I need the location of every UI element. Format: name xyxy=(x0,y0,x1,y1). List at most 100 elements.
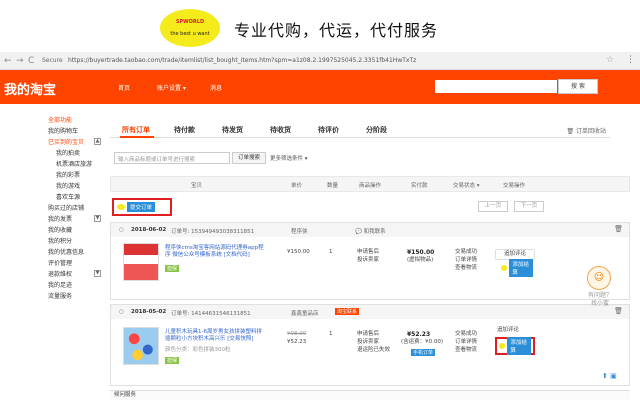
help-text[interactable]: 有问题？ 找小蜜 xyxy=(588,292,612,308)
order-checkbox-icon[interactable]: ○ xyxy=(119,309,124,315)
complain-seller[interactable]: 投诉卖家 xyxy=(357,339,379,346)
shop-name[interactable]: 鑫鑫童品店 xyxy=(291,309,319,317)
bookmark-star-icon[interactable]: ☆ xyxy=(606,55,614,65)
tab-staged[interactable]: 分阶段 xyxy=(366,125,387,135)
return-insurance-note: 退运险已失效 xyxy=(357,347,391,353)
sidebar-item[interactable]: 我的拍卖 xyxy=(56,148,80,157)
promo-banner: SPWORLD the best u want 专业代购，代运，代付服务 xyxy=(0,0,640,52)
quantity: 1 xyxy=(329,331,333,337)
active-tab-underline xyxy=(120,136,154,138)
url-field[interactable]: https://buyertrade.taobao.com/trade/item… xyxy=(68,57,416,64)
shop-contact-badge[interactable]: 淘宝联系 xyxy=(335,308,360,315)
guarantee-badge: 担保 xyxy=(165,265,180,272)
more-filters-link[interactable]: 更多筛选条件 ▾ xyxy=(270,154,308,162)
tab-pending-receipt[interactable]: 待收货 xyxy=(270,125,291,135)
bottom-row: 候问服务 xyxy=(110,390,630,400)
header-actions: 交易操作 xyxy=(503,183,526,189)
view-logistics-link[interactable]: 查看物流 xyxy=(455,347,477,354)
spworld-logo: SPWORLD the best u want xyxy=(160,9,220,47)
recycle-bin-label: 订单回收站 xyxy=(575,128,606,135)
sidebar-item[interactable]: 已买到的宝贝 xyxy=(48,137,84,146)
sidebar-item[interactable]: 我的发票 xyxy=(48,214,72,223)
scroll-top-icon[interactable]: ⬆ ▣ xyxy=(602,372,617,380)
prev-page-button[interactable]: 上一页 xyxy=(478,201,508,212)
order-checkbox-icon[interactable]: ○ xyxy=(119,227,124,233)
submit-order-label: 提交订单 xyxy=(127,202,156,212)
sidebar-item[interactable]: 机票酒店旅游 xyxy=(56,159,92,168)
submit-order-button[interactable]: 提交订单 xyxy=(112,198,172,216)
order-details-link[interactable]: 订单详情 xyxy=(455,339,477,346)
sidebar-item[interactable]: 我的积分 xyxy=(48,236,72,245)
add-settle-label: 添加结算 xyxy=(509,259,533,277)
tab-all-orders[interactable]: 所有订单 xyxy=(122,125,150,135)
delete-order-icon[interactable]: 🗑 xyxy=(614,225,623,233)
paid-note: (含运费：¥0.00) xyxy=(401,339,444,345)
trash-icon: 🗑 xyxy=(566,128,575,135)
order-table-header: 宝贝 单价 数量 商品操作 实付款 交易状态 ▾ 交易操作 xyxy=(110,176,630,192)
sidebar-item[interactable]: 购买过的店铺 xyxy=(48,203,84,212)
tab-pending-shipment[interactable]: 待发货 xyxy=(222,125,243,135)
spworld-mini-logo xyxy=(117,204,125,210)
nav-account-settings[interactable]: 账户设置 ▾ xyxy=(157,83,186,92)
sidebar-item[interactable]: 我的游戏 xyxy=(56,181,80,190)
sidebar-item[interactable]: 评价管理 xyxy=(48,258,72,267)
sidebar-item[interactable]: 流量服务 xyxy=(48,291,72,300)
view-logistics-link[interactable]: 查看物流 xyxy=(455,265,477,272)
help-line-1: 有问题？ xyxy=(588,292,613,299)
product-image[interactable] xyxy=(123,327,159,365)
product-title[interactable]: 儿童积木玩具1-6周岁男女孩拼装塑料拼插颗粒小方块积木高兴乐 [交易快照] xyxy=(165,329,265,343)
reload-icon[interactable]: C xyxy=(28,56,34,66)
sidebar-item[interactable]: 我的购物车 xyxy=(48,126,78,135)
sidebar-item[interactable]: 全部功能 xyxy=(48,115,72,124)
taobao-top-bar: 我的淘宝 首页 账户设置 ▾ 消息 搜 索 xyxy=(0,70,640,104)
product-image[interactable] xyxy=(123,243,159,281)
my-taobao-logo[interactable]: 我的淘宝 xyxy=(4,79,56,98)
top-search-input[interactable] xyxy=(434,79,558,94)
browser-menu-icon[interactable]: ⋮ xyxy=(626,55,635,65)
tab-pending-review[interactable]: 待评价 xyxy=(318,125,339,135)
sidebar-item[interactable]: 我的足迹 xyxy=(48,280,72,289)
add-settle-button[interactable]: 添加结算 xyxy=(495,337,535,355)
unit-price: ¥52.23 xyxy=(287,339,307,345)
sidebar-expand-icon[interactable]: ▼ xyxy=(94,215,101,222)
sidebar-item[interactable]: 退款维权 xyxy=(48,269,72,278)
apply-after-sale[interactable]: 申请售后 xyxy=(357,331,379,338)
header-item: 宝贝 xyxy=(191,183,203,189)
sidebar-expand-icon[interactable]: ▲ xyxy=(94,138,101,145)
spworld-mini-logo xyxy=(501,265,508,271)
sidebar-item[interactable]: 我的优惠信息 xyxy=(48,247,84,256)
delete-order-icon[interactable]: 🗑 xyxy=(614,307,623,315)
browser-address-bar: ← → C Secure https://buyertrade.taobao.c… xyxy=(0,52,640,70)
banner-tagline: 专业代购，代运，代付服务 xyxy=(234,21,439,40)
forward-icon[interactable]: → xyxy=(16,56,24,66)
sidebar-item[interactable]: 我的彩票 xyxy=(56,170,80,179)
header-quantity: 数量 xyxy=(327,183,339,189)
back-icon[interactable]: ← xyxy=(4,56,12,66)
tab-pending-payment[interactable]: 待付款 xyxy=(174,125,195,135)
sidebar-item[interactable]: 喜欢车源 xyxy=(56,192,80,201)
order-card: ○ 2018-05-02 订单号: 14144631546131851 鑫鑫童品… xyxy=(110,304,630,386)
order-details-link[interactable]: 订单详情 xyxy=(455,257,477,264)
header-status[interactable]: 交易状态 ▾ xyxy=(453,181,480,189)
sidebar-item[interactable]: 我的收藏 xyxy=(48,225,72,234)
shop-name[interactable]: 程序侠 xyxy=(291,227,308,235)
order-search-input[interactable]: 输入商品标题或订单号进行搜索 xyxy=(114,152,230,164)
order-search-button[interactable]: 订单搜索 xyxy=(232,152,266,164)
order-number: 订单号: 153949493038311851 xyxy=(171,229,255,235)
top-search-button[interactable]: 搜 索 xyxy=(558,79,598,94)
next-page-button[interactable]: 下一页 xyxy=(514,201,544,212)
help-mascot-icon[interactable]: ☺ xyxy=(587,266,611,290)
order-header: ○ 2018-05-02 订单号: 14144631546131851 鑫鑫童品… xyxy=(111,305,629,319)
append-review-link[interactable]: 追加评论 xyxy=(497,327,519,334)
paid-amount: ¥150.00 xyxy=(407,249,435,256)
logo-top-text: SPWORLD xyxy=(175,19,205,25)
add-settle-button[interactable]: 添加结算 xyxy=(501,259,533,277)
chat-icon[interactable]: 💬 和我联系 xyxy=(355,227,386,235)
nav-messages[interactable]: 消息 xyxy=(210,83,222,92)
sidebar-expand-icon[interactable]: ▼ xyxy=(94,270,101,277)
nav-home[interactable]: 首页 xyxy=(118,83,130,92)
product-title[interactable]: 程序侠cms淘宝客网站源码代理券app程序 微信公众号模板系统 [文档代码] xyxy=(165,245,265,259)
complain-seller[interactable]: 投诉卖家 xyxy=(357,257,379,264)
recycle-bin-link[interactable]: 🗑 订单回收站 xyxy=(566,126,606,135)
apply-after-sale[interactable]: 申请售后 xyxy=(357,249,379,256)
